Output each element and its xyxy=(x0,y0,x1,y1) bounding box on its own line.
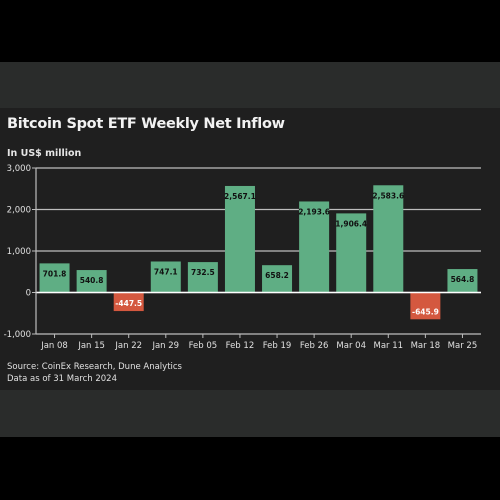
y-tick-label: 2,000 xyxy=(7,206,31,216)
x-tick-label: Feb 12 xyxy=(226,341,255,351)
data-label: -447.5 xyxy=(115,299,142,308)
x-tick-label: Mar 04 xyxy=(336,341,366,351)
y-tick-label: -1,000 xyxy=(4,330,31,340)
bar-chart: 3,000 2,000 1,000 0 -1,000 701.8 Jan 08 540.8 Ja… xyxy=(4,164,481,351)
data-label: 2,583.6 xyxy=(372,191,404,200)
x-tick-label: Mar 25 xyxy=(448,341,478,351)
x-tick-label: Jan 29 xyxy=(151,341,179,351)
x-tick-label: Mar 18 xyxy=(411,341,441,351)
x-tick-label: Jan 08 xyxy=(40,341,68,351)
data-label: 747.1 xyxy=(154,267,178,276)
data-label: 2,567.1 xyxy=(224,192,256,201)
bar xyxy=(373,185,404,293)
data-label: 658.2 xyxy=(265,271,289,280)
data-label: 564.8 xyxy=(451,275,475,284)
data-label: 2,193.6 xyxy=(298,207,330,216)
data-label: 1,906.4 xyxy=(335,219,367,228)
x-tick-label: Feb 26 xyxy=(300,341,329,351)
y-tick-label: 3,000 xyxy=(7,164,31,174)
bar xyxy=(150,261,181,293)
y-tick-label: 1,000 xyxy=(7,247,31,257)
x-tick-label: Feb 05 xyxy=(189,341,218,351)
data-label: 701.8 xyxy=(43,269,67,278)
data-label: -645.9 xyxy=(412,307,439,316)
data-label: 540.8 xyxy=(80,276,104,285)
y-tick-label: 0 xyxy=(26,289,31,299)
x-tick-label: Jan 15 xyxy=(77,341,105,351)
x-tick-label: Mar 11 xyxy=(374,341,404,351)
bar xyxy=(224,185,255,293)
data-label: 732.5 xyxy=(191,268,215,277)
x-tick-label: Feb 19 xyxy=(263,341,292,351)
x-tick-label: Jan 22 xyxy=(114,341,142,351)
bar xyxy=(187,262,218,293)
